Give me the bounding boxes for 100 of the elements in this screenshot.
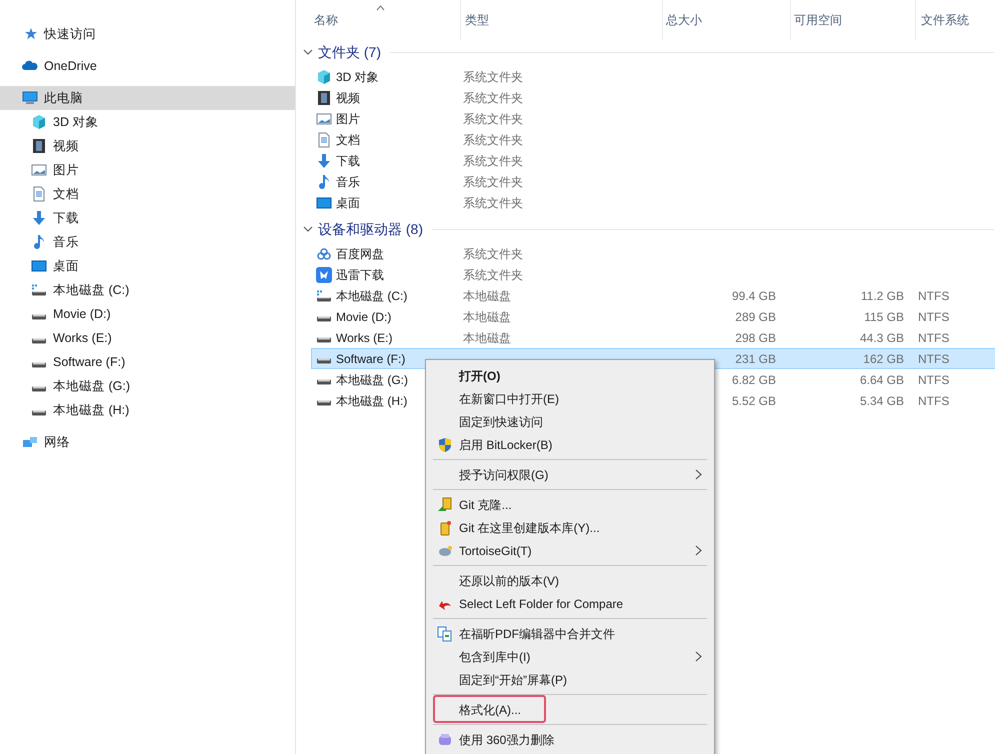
- column-header[interactable]: 文件系统: [916, 0, 995, 40]
- column-header[interactable]: 名称: [296, 0, 461, 40]
- file-system-cell: NTFS: [918, 330, 950, 344]
- name-cell-text: 视频: [336, 90, 360, 106]
- sidebar-item[interactable]: 快速访问: [0, 22, 295, 46]
- menu-item-label: Select Left Folder for Compare: [459, 596, 624, 612]
- menu-item[interactable]: Git 在这里创建版本库(Y)...: [428, 516, 712, 539]
- chevron-down-icon[interactable]: [303, 224, 313, 234]
- chevron-right-icon: [695, 545, 702, 556]
- menu-item-label: 在新窗口中打开(E): [459, 390, 559, 408]
- menu-item[interactable]: 使用 360强力删除: [428, 728, 712, 751]
- computer-icon: [22, 90, 38, 106]
- sidebar-item[interactable]: 视频: [0, 134, 295, 158]
- menu-item-label: 启用 BitLocker(B): [459, 436, 552, 454]
- name-cell-text: Works (E:): [336, 330, 392, 346]
- sidebar-item[interactable]: 3D 对象: [0, 110, 295, 134]
- git-clone-icon: [436, 496, 452, 512]
- name-cell-text: 本地磁盘 (C:): [336, 288, 408, 304]
- chevron-down-icon[interactable]: [303, 47, 313, 57]
- drive-icon: [316, 358, 332, 364]
- shield-icon: [436, 436, 452, 452]
- type-cell: 系统文件夹: [463, 70, 523, 84]
- sidebar-item[interactable]: 下载: [0, 206, 295, 230]
- sidebar-item[interactable]: OneDrive: [0, 54, 295, 78]
- menu-item-label: 固定到“开始”屏幕(P): [459, 672, 567, 688]
- sidebar-item[interactable]: 本地磁盘 (H:): [0, 398, 295, 422]
- menu-item[interactable]: 固定到“开始”屏幕(P): [428, 668, 712, 691]
- menu-item[interactable]: 授予访问权限(G): [428, 463, 712, 486]
- name-cell-text: 3D 对象: [336, 68, 379, 86]
- drive-icon: [316, 290, 332, 302]
- menu-item[interactable]: 固定到快速访问: [428, 410, 712, 433]
- drive-icon: [31, 314, 47, 320]
- sidebar-item[interactable]: 本地磁盘 (C:): [0, 278, 295, 302]
- menu-item[interactable]: 还原以前的版本(V): [428, 569, 712, 592]
- sidebar-item[interactable]: 桌面: [0, 254, 295, 278]
- size-cell: 289 GB: [735, 310, 776, 324]
- chevron-right-icon: [695, 651, 702, 662]
- name-cell-text: 迅雷下载: [336, 266, 384, 284]
- drive-icon: [31, 362, 47, 368]
- drive-icon: [316, 316, 332, 322]
- sidebar-item[interactable]: 音乐: [0, 230, 295, 254]
- menu-item-label: 格式化(A)...: [459, 702, 521, 718]
- menu-item[interactable]: Git 克隆...: [428, 493, 712, 516]
- music-note-icon: [316, 174, 332, 190]
- menu-item[interactable]: 在福昕PDF编辑器中合并文件: [428, 622, 712, 645]
- sidebar-item[interactable]: 此电脑: [0, 86, 295, 110]
- column-header[interactable]: 类型: [461, 0, 663, 40]
- sidebar-item[interactable]: 图片: [0, 158, 295, 182]
- size-cell: 231 GB: [735, 352, 776, 366]
- free-space-cell: 115 GB: [864, 310, 904, 324]
- sidebar-item[interactable]: 文档: [0, 182, 295, 206]
- menu-item-label: Git 克隆...: [459, 496, 512, 514]
- cloud-icon: [316, 246, 332, 262]
- document-icon: [316, 132, 332, 148]
- type-cell: 系统文件夹: [463, 90, 523, 104]
- music-note-icon: [31, 234, 47, 250]
- menu-item[interactable]: 启用 BitLocker(B): [428, 433, 712, 456]
- menu-item-label: 使用 360强力删除: [459, 732, 554, 748]
- name-cell-text: 文档: [336, 132, 360, 148]
- drive-icon: [316, 337, 332, 343]
- size-cell: 99.4 GB: [732, 288, 776, 302]
- name-cell-text: Movie (D:): [336, 308, 392, 326]
- menu-item[interactable]: 格式化(A)...: [428, 698, 712, 721]
- menu-item-label: 在福昕PDF编辑器中合并文件: [459, 626, 615, 642]
- type-cell: 本地磁盘: [463, 310, 511, 324]
- file-system-cell: NTFS: [918, 288, 950, 302]
- type-cell: 系统文件夹: [463, 268, 523, 282]
- document-icon: [31, 186, 47, 202]
- menu-item[interactable]: 在新窗口中打开(E): [428, 387, 712, 410]
- desktop-icon: [316, 194, 332, 210]
- bird-icon: [316, 266, 332, 282]
- sidebar-item[interactable]: 本地磁盘 (G:): [0, 374, 295, 398]
- chevron-right-icon: [695, 469, 702, 480]
- sidebar-item[interactable]: Works (E:): [0, 326, 295, 350]
- size-cell: 5.52 GB: [732, 394, 776, 408]
- free-space-cell: 44.3 GB: [860, 330, 904, 344]
- menu-item[interactable]: TortoiseGit(T): [428, 539, 712, 562]
- free-space-cell: 6.64 GB: [860, 372, 904, 386]
- merge-documents-icon: [436, 626, 452, 642]
- name-cell-text: 百度网盘: [336, 246, 384, 262]
- drive-icon: [316, 400, 332, 406]
- sidebar-item[interactable]: Software (F:): [0, 350, 295, 374]
- column-header[interactable]: 可用空间: [791, 0, 916, 40]
- group-header[interactable]: 设备和驱动器 (8): [318, 218, 423, 240]
- file-system-cell: NTFS: [918, 394, 950, 408]
- name-cell-text: 桌面: [336, 194, 360, 212]
- column-header[interactable]: 总大小: [663, 0, 791, 40]
- menu-item-label: 打开(O): [459, 368, 500, 384]
- type-cell: 系统文件夹: [463, 174, 523, 188]
- film-icon: [31, 138, 47, 154]
- type-cell: 系统文件夹: [463, 132, 523, 146]
- menu-item[interactable]: 包含到库中(I): [428, 645, 712, 668]
- sidebar-item[interactable]: 网络: [0, 430, 295, 454]
- file-system-cell: NTFS: [918, 372, 950, 386]
- sidebar-item[interactable]: Movie (D:): [0, 302, 295, 326]
- group-header[interactable]: 文件夹 (7): [318, 42, 381, 62]
- drive-icon: [31, 410, 47, 416]
- free-space-cell: 11.2 GB: [860, 288, 904, 302]
- type-cell: 本地磁盘: [463, 330, 511, 344]
- menu-item[interactable]: Select Left Folder for Compare: [428, 592, 712, 615]
